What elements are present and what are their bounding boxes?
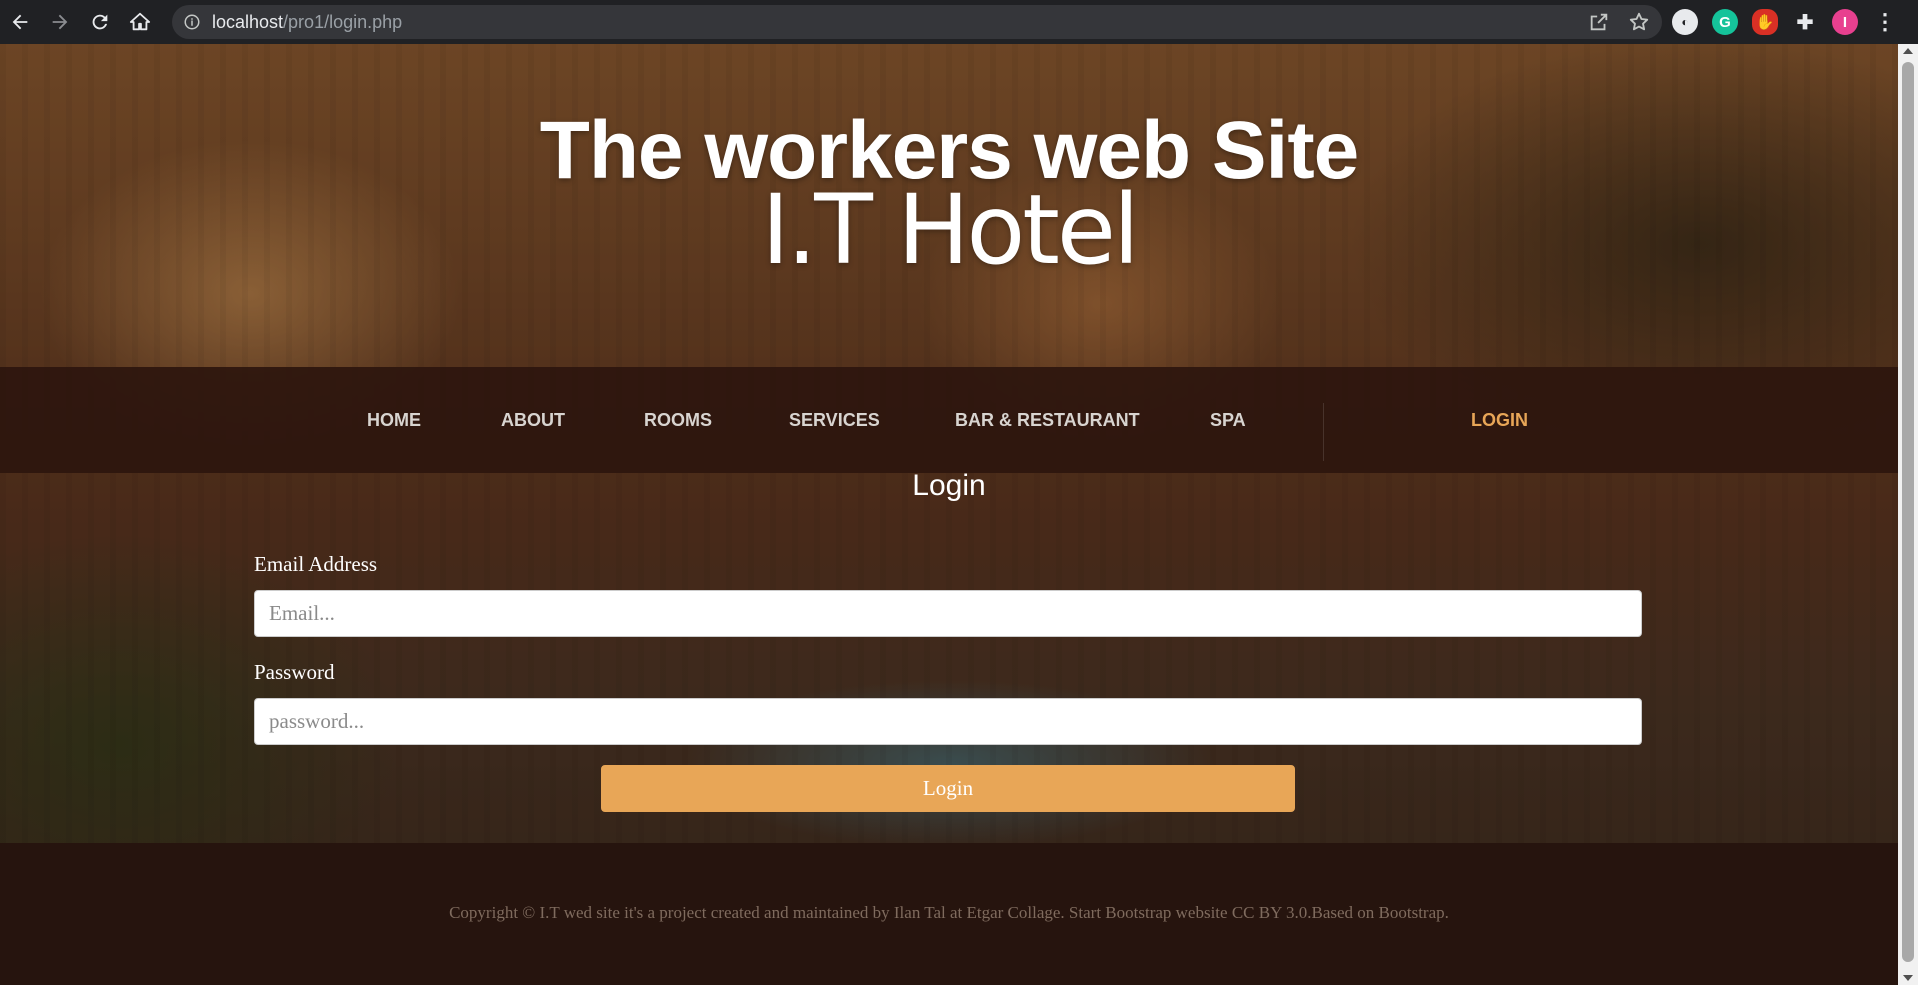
nav-divider (1323, 403, 1324, 461)
main-navbar: Home About Rooms Services Bar & Restaura… (0, 367, 1898, 473)
back-button[interactable] (0, 0, 40, 44)
extension-stop-icon[interactable]: ✋ (1752, 9, 1778, 35)
nav-rooms[interactable]: Rooms (644, 367, 712, 473)
footer-copyright: Copyright © I.T wed site it's a project … (449, 903, 1449, 922)
profile-avatar[interactable]: I (1832, 9, 1858, 35)
page-viewport: The workers web Site I.T Hotel Home Abou… (0, 44, 1898, 985)
scrollbar-thumb[interactable] (1902, 62, 1914, 962)
url-host: localhost (212, 11, 284, 32)
arrow-right-icon (52, 14, 68, 30)
share-icon[interactable] (1588, 11, 1610, 33)
arrow-left-icon (12, 14, 28, 30)
password-field[interactable] (254, 698, 1642, 745)
menu-kebab-icon[interactable]: ⋮ (1872, 9, 1898, 35)
grammarly-icon[interactable]: G (1712, 9, 1738, 35)
footer: Copyright © I.T wed site it's a project … (0, 843, 1898, 985)
reload-icon (92, 14, 108, 30)
nav-bar-restaurant[interactable]: Bar & Restaurant (955, 367, 1140, 473)
nav-about[interactable]: About (501, 367, 565, 473)
home-icon (129, 12, 151, 31)
extensions-puzzle-icon[interactable]: ✚ (1792, 9, 1818, 35)
scroll-up-icon[interactable] (1903, 48, 1913, 54)
nav-login[interactable]: Login (1471, 367, 1528, 473)
nav-services[interactable]: Services (789, 367, 880, 473)
scroll-down-icon[interactable] (1903, 975, 1913, 981)
url-text: localhost/pro1/login.php (212, 12, 402, 33)
login-heading: Login (912, 469, 986, 502)
extension-globe-icon[interactable]: ◐ (1672, 9, 1698, 35)
address-bar[interactable]: localhost/pro1/login.php (172, 5, 1662, 39)
password-label: Password (254, 660, 335, 684)
reload-button[interactable] (80, 0, 120, 44)
site-subtitle: I.T Hotel (761, 174, 1139, 286)
email-field[interactable] (254, 590, 1642, 637)
home-button[interactable] (120, 0, 160, 44)
login-submit-button[interactable]: Login (601, 765, 1295, 812)
url-path: /pro1/login.php (283, 11, 403, 32)
page-scrollbar[interactable] (1898, 44, 1918, 985)
forward-button[interactable] (40, 0, 80, 44)
email-label: Email Address (254, 552, 378, 576)
bookmark-star-icon[interactable] (1628, 11, 1650, 33)
info-icon[interactable] (172, 13, 212, 31)
browser-toolbar: localhost/pro1/login.php ◐ G ✋ ✚ I ⋮ (0, 0, 1918, 44)
nav-home[interactable]: Home (367, 367, 421, 473)
nav-spa[interactable]: Spa (1210, 367, 1246, 473)
